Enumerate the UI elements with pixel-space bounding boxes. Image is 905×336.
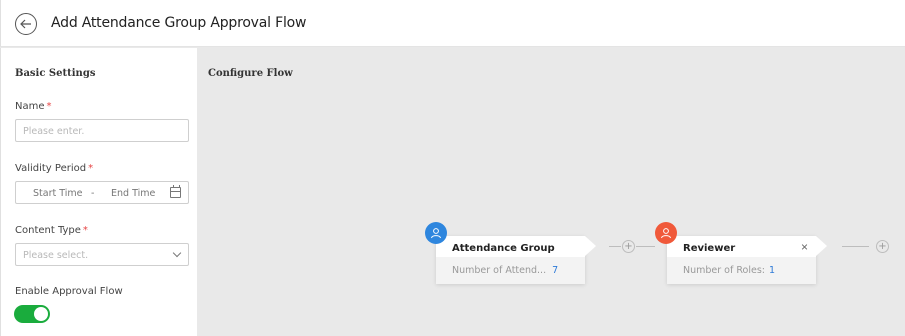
configure-flow-title: Configure Flow [208,68,293,79]
add-node-button[interactable]: + [622,240,635,253]
required-mark: * [88,163,94,174]
user-icon [661,228,671,239]
node-sub-label: Number of Attend... 7 [452,265,559,276]
flow-connector [609,246,621,247]
node-arrow-tip [585,236,596,256]
user-icon [431,228,441,239]
node-count[interactable]: 7 [552,265,558,276]
validity-period-label: Validity Period * [15,163,94,174]
node-title: Reviewer [683,243,736,254]
calendar-icon [170,185,181,198]
range-separator: - [91,188,95,199]
arrow-left-icon [20,19,31,29]
chevron-down-icon [172,248,182,258]
node-arrow-tip [816,236,827,256]
name-input[interactable]: Please enter. [15,119,189,142]
content-type-placeholder: Please select. [23,250,89,261]
content-type-select[interactable]: Please select. [15,243,189,266]
toggle-knob [34,307,48,321]
name-label: Name * [15,101,52,112]
enable-approval-flow-toggle[interactable] [14,305,50,323]
node-count[interactable]: 1 [769,265,775,276]
required-mark: * [82,225,88,236]
user-avatar-icon [425,222,447,244]
start-time-input[interactable]: Start Time [33,188,82,199]
page-header: Add Attendance Group Approval Flow [0,0,905,47]
node-sub-label: Number of Roles: 1 [683,265,776,276]
node-title: Attendance Group [452,243,555,254]
flow-node-attendance-group[interactable]: Attendance Group Number of Attend... 7 [436,236,596,284]
required-mark: * [46,101,52,112]
page-title: Add Attendance Group Approval Flow [51,15,307,31]
validity-period-range-picker[interactable]: Start Time - End Time [15,181,189,204]
close-icon[interactable]: × [801,241,808,253]
basic-settings-title: Basic Settings [15,68,96,79]
content-type-label: Content Type * [15,225,88,236]
enable-approval-flow-label: Enable Approval Flow [15,286,123,297]
flow-node-reviewer[interactable]: Reviewer × Number of Roles: 1 [667,236,827,284]
name-placeholder: Please enter. [23,126,85,137]
add-node-button[interactable]: + [876,240,889,253]
user-avatar-icon [655,222,677,244]
flow-connector [842,246,869,247]
end-time-input[interactable]: End Time [111,188,155,199]
flow-connector [636,246,655,247]
basic-settings-panel: Basic Settings Name * Please enter. Valid… [0,48,197,336]
back-button[interactable] [15,13,37,35]
